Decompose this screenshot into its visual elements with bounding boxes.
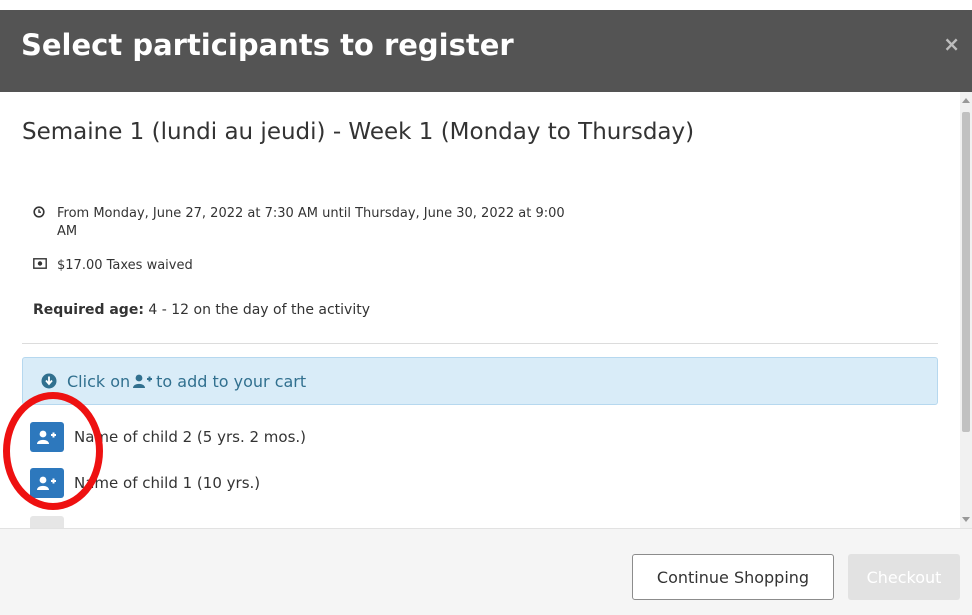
add-participant-button[interactable] [30,468,64,498]
add-to-cart-notice: Click on to add to your cart [22,357,938,405]
add-participant-button[interactable] [30,422,64,452]
modal-body: Semaine 1 (lundi au jeudi) - Week 1 (Mon… [0,92,960,528]
scroll-down-arrow-icon[interactable] [962,517,970,522]
checkout-button[interactable]: Checkout [848,554,960,600]
continue-shopping-button[interactable]: Continue Shopping [632,554,834,600]
participant-row-partial [30,516,74,528]
price-text: $17.00 Taxes waived [57,258,193,273]
user-plus-icon [133,374,153,388]
required-age-value: 4 - 12 on the day of the activity [148,302,370,318]
money-icon [33,258,49,275]
scroll-up-arrow-icon[interactable] [962,98,970,103]
notice-prefix: Click on [67,371,131,391]
scroll-thumb[interactable] [962,112,970,432]
required-age: Required age: 4 - 12 on the day of the a… [33,302,370,318]
schedule-text: From Monday, June 27, 2022 at 7:30 AM un… [57,206,565,239]
schedule-row: From Monday, June 27, 2022 at 7:30 AM un… [33,205,577,241]
close-button[interactable]: × [943,32,960,56]
modal-header: Select participants to register × [0,10,972,92]
notice-suffix: to add to your cart [156,371,307,391]
participant-row: Name of child 2 (5 yrs. 2 mos.) [30,422,306,452]
modal-footer: Continue Shopping Checkout [0,528,972,615]
participant-name: Name of child 1 (10 yrs.) [74,474,261,492]
modal-title: Select participants to register [21,28,514,62]
disabled-add-participant-button [30,516,64,528]
price-row: $17.00 Taxes waived [33,257,577,275]
arrow-circle-down-icon [41,373,57,389]
divider [22,343,938,344]
clock-icon [33,206,49,241]
participant-name: Name of child 2 (5 yrs. 2 mos.) [74,428,307,446]
user-plus-icon [37,430,56,444]
participant-row: Name of child 1 (10 yrs.) [30,468,260,498]
modal-scrollbar[interactable] [960,92,972,528]
user-plus-icon [37,476,56,490]
required-age-label: Required age: [33,302,144,318]
activity-title: Semaine 1 (lundi au jeudi) - Week 1 (Mon… [22,119,695,145]
